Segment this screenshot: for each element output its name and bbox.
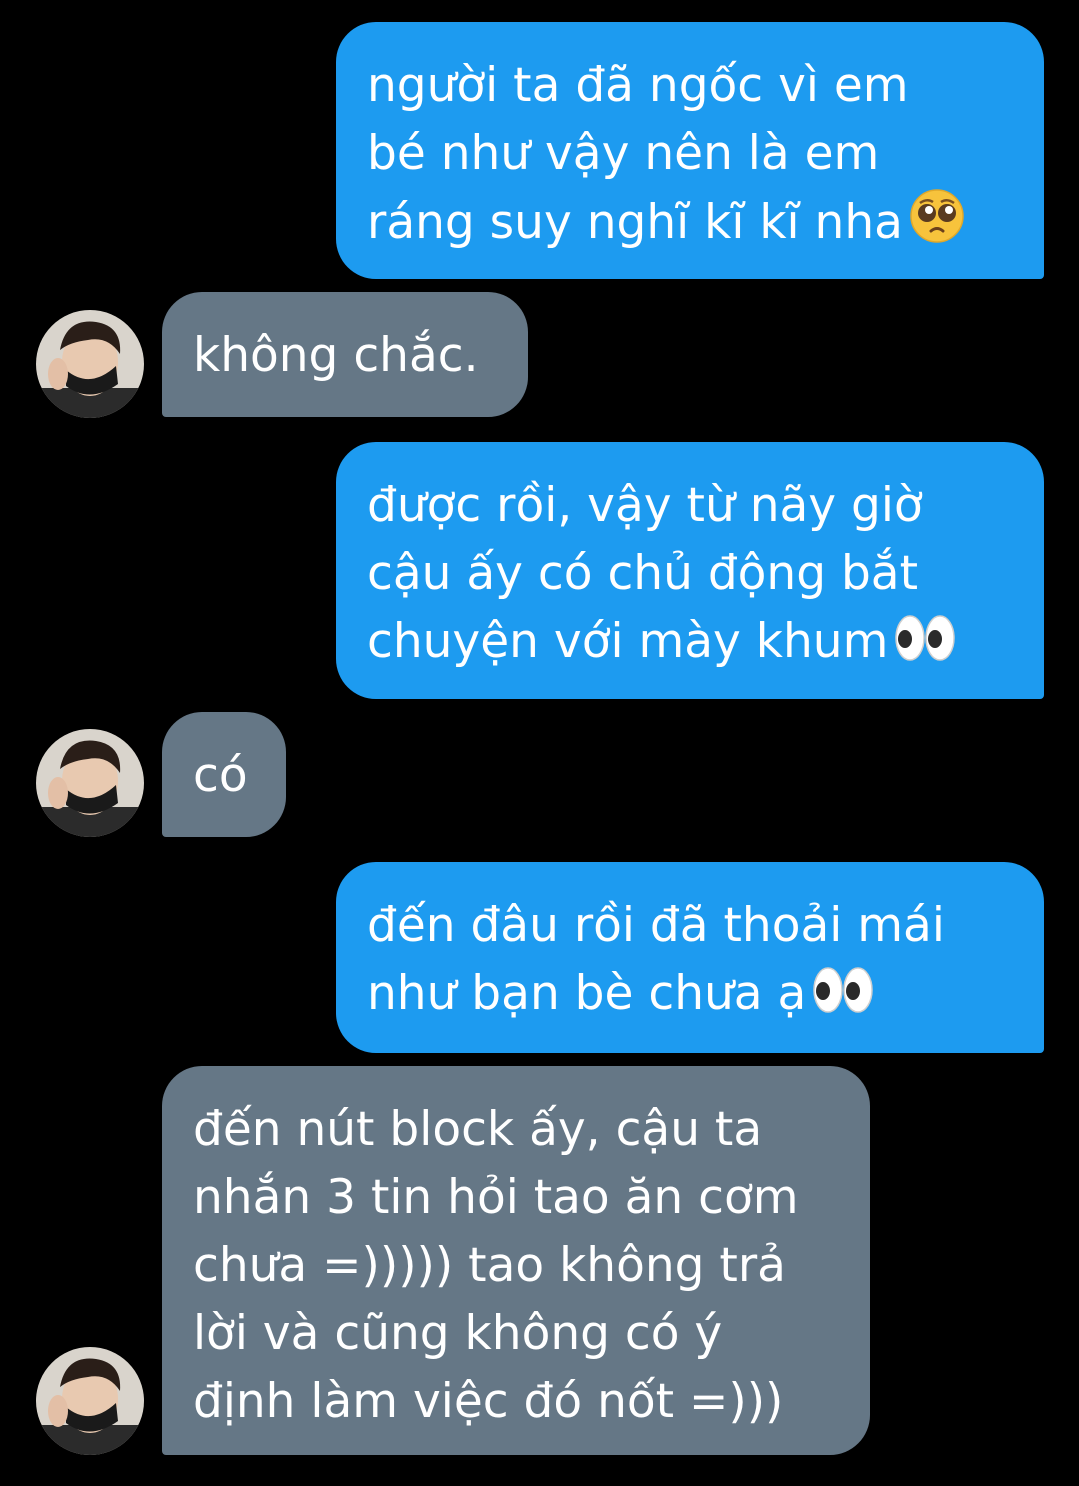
message-line: được rồi, vậy từ nãy giờ: [367, 478, 923, 533]
message-line: như bạn bè chưa ạ: [367, 966, 807, 1021]
eyes-icon: [894, 613, 956, 682]
avatar[interactable]: [36, 310, 144, 418]
incoming-message: không chắc.: [162, 292, 528, 417]
eyes-icon: [812, 965, 874, 1034]
message-line: có: [193, 748, 248, 803]
message-line: bé như vậy nên là em: [367, 126, 880, 181]
avatar[interactable]: [36, 729, 144, 837]
message-line: đến nút block ấy, cậu ta: [193, 1102, 763, 1157]
message-line: cậu ấy có chủ động bắt: [367, 546, 919, 601]
message-line: ráng suy nghĩ kĩ kĩ nha: [367, 195, 903, 250]
message-line: người ta đã ngốc vì em: [367, 58, 909, 113]
incoming-message: đến nút block ấy, cậu ta nhắn 3 tin hỏi …: [162, 1066, 870, 1455]
incoming-message: có: [162, 712, 286, 837]
message-line: định làm việc đó nốt =))): [193, 1374, 784, 1429]
message-line: chuyện với mày khum: [367, 614, 889, 669]
avatar[interactable]: [36, 1347, 144, 1455]
message-line: đến đâu rồi đã thoải mái: [367, 898, 945, 953]
outgoing-message: người ta đã ngốc vì em bé như vậy nên là…: [336, 22, 1044, 279]
outgoing-message: đến đâu rồi đã thoải mái như bạn bè chưa…: [336, 862, 1044, 1053]
outgoing-message: được rồi, vậy từ nãy giờ cậu ấy có chủ đ…: [336, 442, 1044, 699]
message-line: chưa =))))) tao không trả: [193, 1238, 786, 1293]
message-line: nhắn 3 tin hỏi tao ăn cơm: [193, 1170, 799, 1225]
message-line: không chắc.: [193, 328, 479, 383]
pleading-face-icon: [909, 188, 965, 263]
message-line: lời và cũng không có ý: [193, 1306, 723, 1361]
